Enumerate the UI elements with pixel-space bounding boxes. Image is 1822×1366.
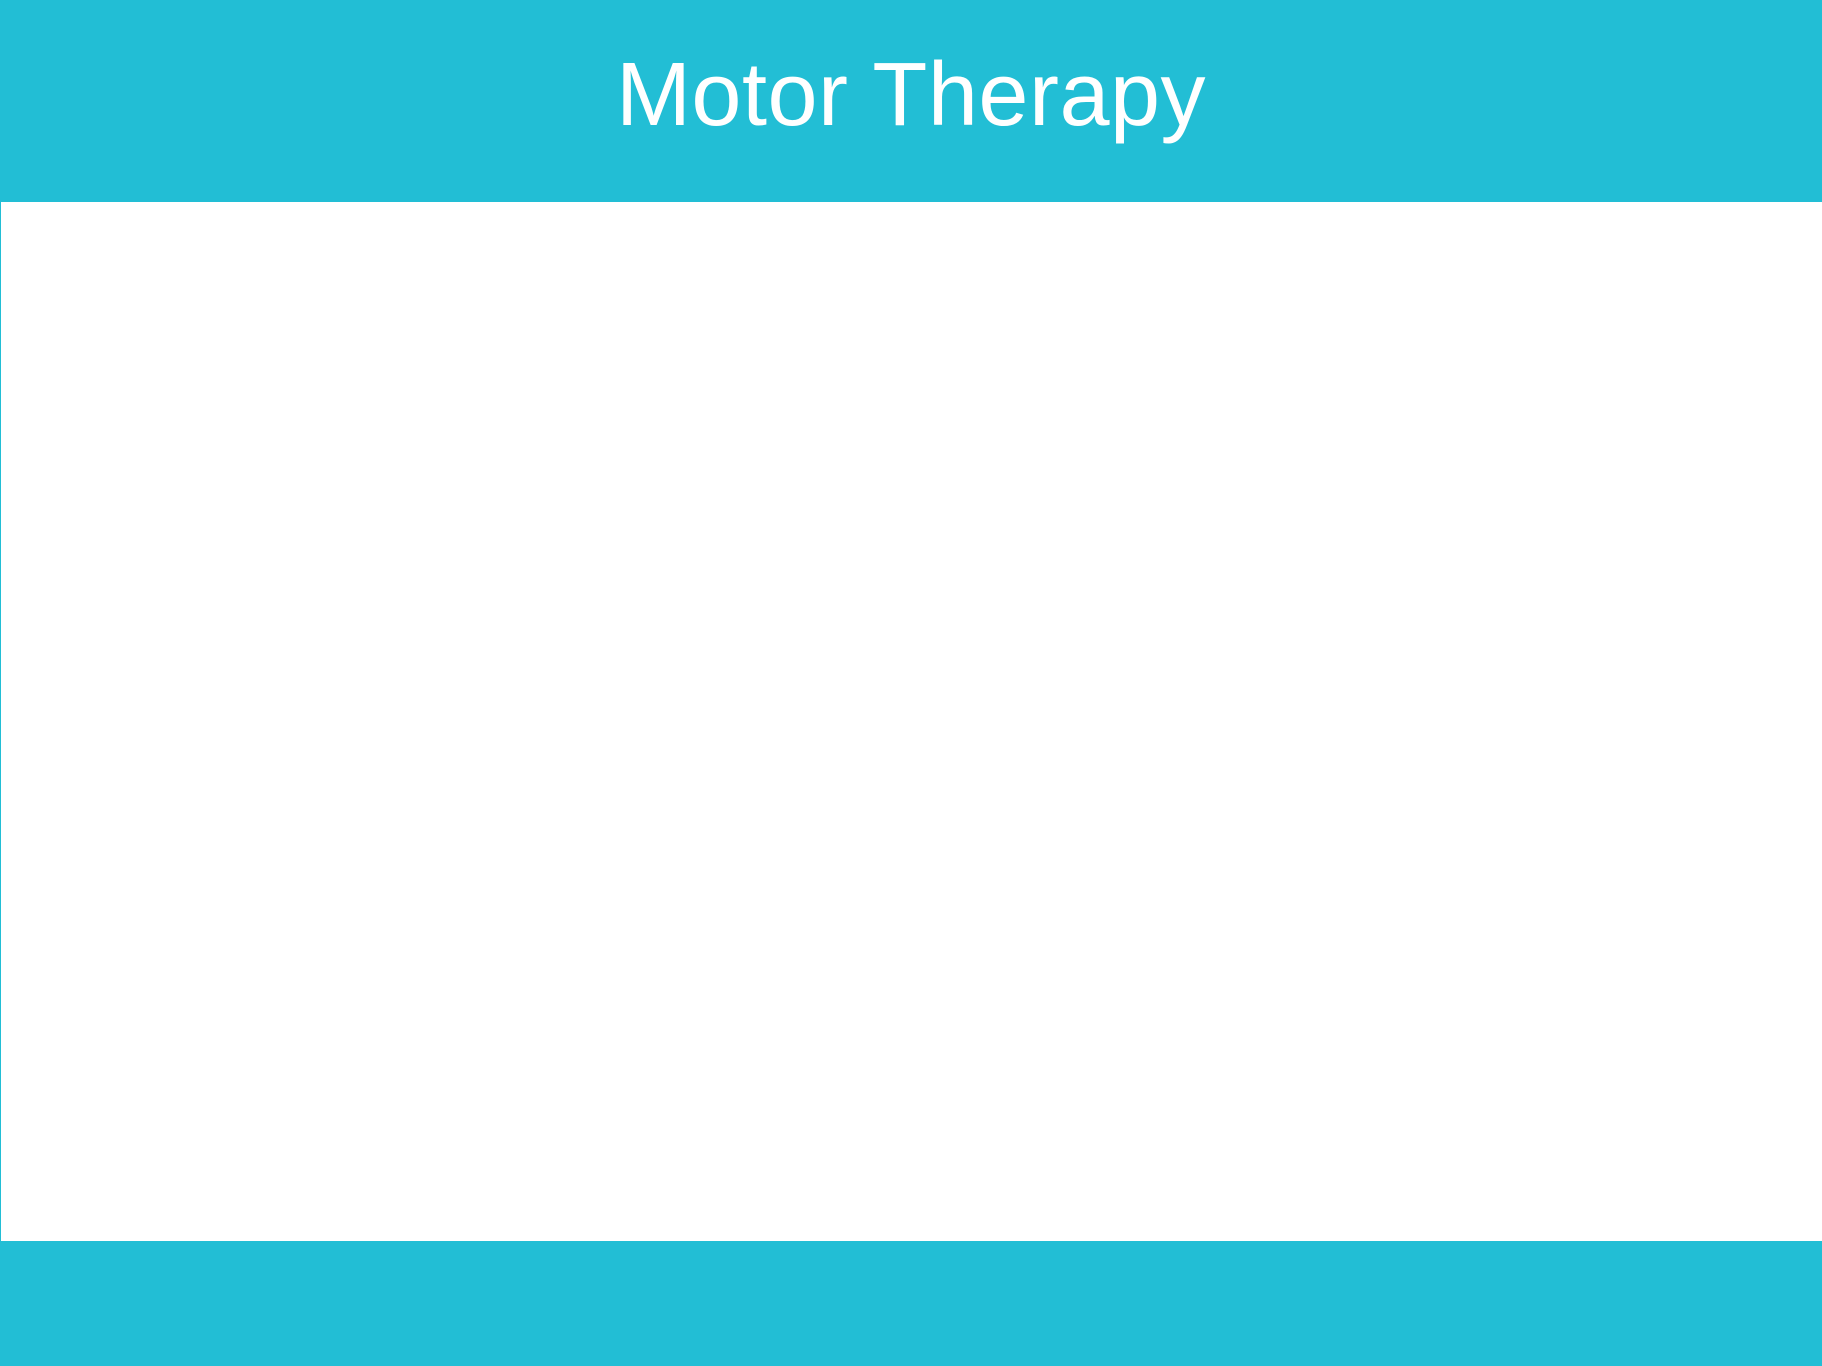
footer-bar xyxy=(0,1241,1822,1366)
page-title: Motor Therapy xyxy=(615,45,1207,145)
content-area xyxy=(1,202,1822,1241)
header-bar: Motor Therapy xyxy=(0,0,1822,202)
app-window: Motor Therapy xyxy=(0,0,1822,1366)
